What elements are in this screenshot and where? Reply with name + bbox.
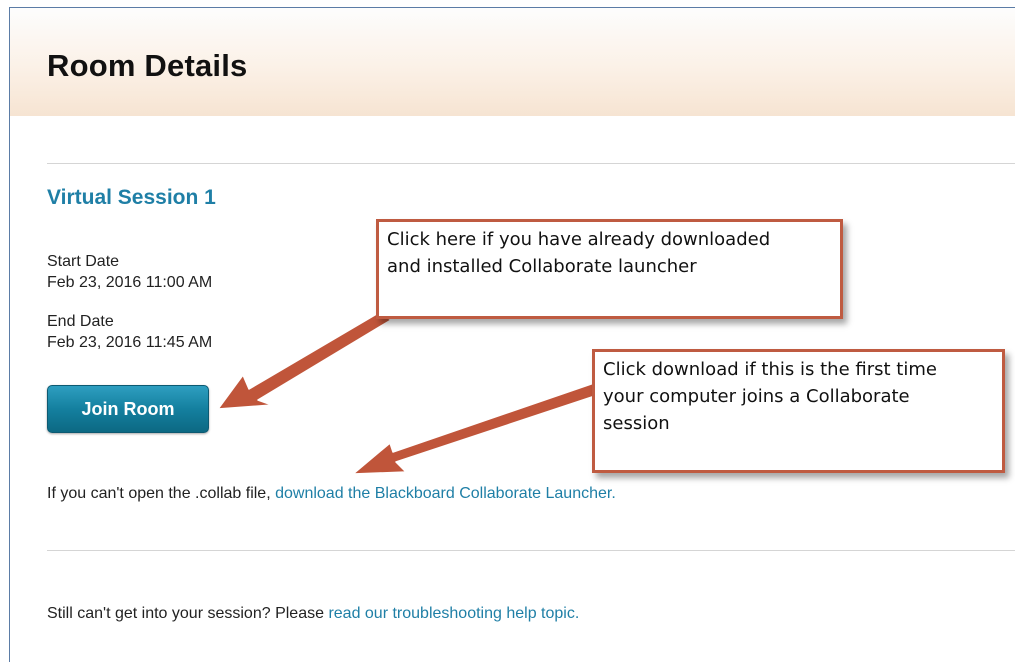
join-callout-line-1: Click here if you have already downloade… [387,229,771,250]
troubleshooting-help-link[interactable]: read our troubleshooting help topic. [328,605,579,622]
download-instruction: If you can't open the .collab file, down… [47,485,616,503]
start-date-value: Feb 23, 2016 11:00 AM [47,274,213,291]
download-callout-line-1: Click download if this is the first time [603,359,937,380]
bottom-divider [47,550,1015,551]
end-date-value: Feb 23, 2016 11:45 AM [47,334,213,351]
download-callout-line-3: session [603,413,670,434]
download-callout: Click download if this is the first time… [592,349,1005,473]
top-divider [47,163,1015,164]
join-callout-line-2: and installed Collaborate launcher [387,256,697,277]
help-instruction: Still can't get into your session? Pleas… [47,605,579,623]
join-room-button[interactable]: Join Room [47,385,209,433]
end-date-label: End Date [47,313,114,330]
help-instruction-text: Still can't get into your session? Pleas… [47,605,329,622]
session-title: Virtual Session 1 [47,186,216,209]
join-room-callout: Click here if you have already downloade… [376,219,843,319]
download-callout-line-2: your computer joins a Collaborate [603,386,910,407]
header-bar: Room Details [10,8,1015,116]
download-instruction-text: If you can't open the .collab file, [47,485,276,502]
start-date-label: Start Date [47,253,120,270]
page-title: Room Details [47,48,248,83]
download-launcher-link[interactable]: download the Blackboard Collaborate Laun… [275,485,616,502]
